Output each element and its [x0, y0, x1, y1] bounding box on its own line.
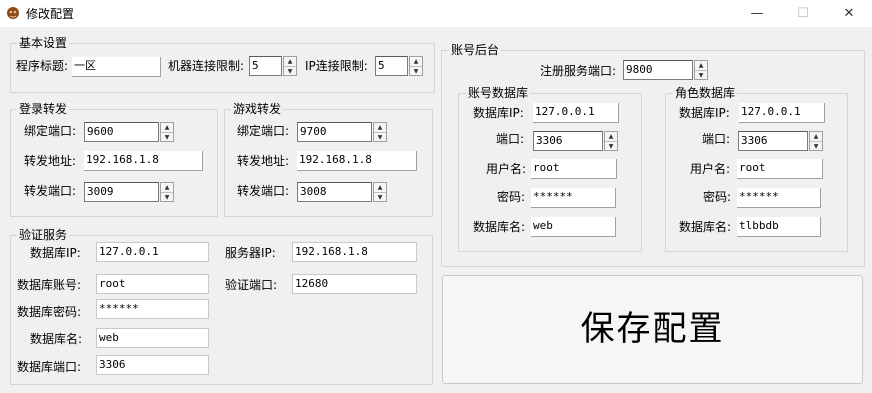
program-title-input[interactable]: 一区 [72, 57, 161, 77]
login-forward-addr-label: 转发地址: [24, 154, 77, 168]
maximize-button[interactable]: ☐ [780, 0, 826, 27]
minimize-button[interactable]: — [734, 0, 780, 27]
app-icon [7, 7, 19, 19]
login-forward-port-input[interactable]: 3009 [84, 182, 159, 202]
login-forward-port-stepper[interactable]: ▲ ▼ [160, 182, 174, 202]
verify-db-account-input[interactable]: root [96, 274, 209, 294]
program-title-label: 程序标题: [16, 59, 69, 73]
machine-limit-label: 机器连接限制: [168, 59, 245, 73]
game-forward-port-label: 转发端口: [237, 184, 290, 198]
account-db-ip-label: 数据库IP: [473, 106, 524, 120]
spin-up-icon[interactable]: ▲ [374, 123, 386, 132]
verify-server-ip-label: 服务器IP: [225, 246, 276, 260]
spin-up-icon[interactable]: ▲ [161, 123, 173, 132]
game-forward-addr-label: 转发地址: [237, 154, 290, 168]
account-db-name-label: 数据库名: [473, 220, 526, 234]
role-db-ip-label: 数据库IP: [679, 106, 730, 120]
game-bind-port-stepper[interactable]: ▲ ▼ [373, 122, 387, 142]
login-forward-port-label: 转发端口: [24, 184, 77, 198]
spin-down-icon[interactable]: ▼ [605, 141, 617, 151]
role-db-name-label: 数据库名: [679, 220, 732, 234]
basic-settings-legend: 基本设置 [17, 36, 70, 50]
verify-port-label: 验证端口: [225, 278, 278, 292]
account-db-name-input[interactable]: web [531, 217, 616, 237]
role-db-ip-input[interactable]: 127.0.0.1 [739, 103, 825, 123]
spin-up-icon[interactable]: ▲ [284, 57, 296, 66]
machine-limit-stepper[interactable]: ▲ ▼ [283, 56, 297, 76]
role-db-user-label: 用户名: [690, 162, 731, 176]
window-title: 修改配置 [26, 7, 75, 21]
spin-up-icon[interactable]: ▲ [810, 132, 822, 141]
account-db-port-input[interactable]: 3306 [533, 131, 603, 151]
register-port-label: 注册服务端口: [540, 64, 617, 78]
login-forward-addr-input[interactable]: 192.168.1.8 [84, 151, 203, 171]
spin-up-icon[interactable]: ▲ [161, 183, 173, 192]
game-bind-port-label: 绑定端口: [237, 124, 290, 138]
game-forward-port-stepper[interactable]: ▲ ▼ [373, 182, 387, 202]
verify-db-ip-input[interactable]: 127.0.0.1 [96, 242, 209, 262]
verify-db-password-input[interactable]: ****** [96, 299, 209, 319]
account-db-password-label: 密码: [497, 190, 526, 204]
spin-down-icon[interactable]: ▼ [695, 70, 707, 80]
game-forward-port-input[interactable]: 3008 [297, 182, 372, 202]
login-bind-port-label: 绑定端口: [24, 124, 77, 138]
account-db-ip-input[interactable]: 127.0.0.1 [533, 103, 619, 123]
ip-limit-stepper[interactable]: ▲ ▼ [409, 56, 423, 76]
account-db-password-input[interactable]: ****** [531, 188, 616, 208]
register-port-input[interactable]: 9800 [623, 60, 693, 80]
verify-db-name-label: 数据库名: [30, 332, 83, 346]
account-db-user-label: 用户名: [486, 162, 527, 176]
spin-down-icon[interactable]: ▼ [374, 192, 386, 202]
role-db-name-input[interactable]: tlbbdb [737, 217, 821, 237]
login-bind-port-stepper[interactable]: ▲ ▼ [160, 122, 174, 142]
register-port-stepper[interactable]: ▲ ▼ [694, 60, 708, 80]
role-db-user-input[interactable]: root [737, 159, 823, 179]
role-db-port-stepper[interactable]: ▲ ▼ [809, 131, 823, 151]
role-db-port-input[interactable]: 3306 [738, 131, 808, 151]
spin-down-icon[interactable]: ▼ [161, 132, 173, 142]
verify-port-input[interactable]: 12680 [292, 274, 417, 294]
verify-db-ip-label: 数据库IP: [30, 246, 81, 260]
ip-limit-input[interactable]: 5 [375, 56, 408, 76]
spin-down-icon[interactable]: ▼ [374, 132, 386, 142]
spin-down-icon[interactable]: ▼ [810, 141, 822, 151]
save-config-button[interactable]: 保存配置 [442, 275, 863, 384]
spin-down-icon[interactable]: ▼ [284, 66, 296, 76]
role-db-port-label: 端口: [702, 132, 731, 146]
spin-up-icon[interactable]: ▲ [605, 132, 617, 141]
login-forward-legend: 登录转发 [17, 102, 70, 116]
account-db-user-input[interactable]: root [531, 159, 617, 179]
verify-db-port-input[interactable]: 3306 [96, 355, 209, 375]
role-db-legend: 角色数据库 [673, 86, 738, 100]
game-forward-addr-input[interactable]: 192.168.1.8 [297, 151, 417, 171]
verify-server-ip-input[interactable]: 192.168.1.8 [292, 242, 417, 262]
account-backend-legend: 账号后台 [449, 43, 502, 57]
spin-up-icon[interactable]: ▲ [410, 57, 422, 66]
account-db-port-stepper[interactable]: ▲ ▼ [604, 131, 618, 151]
verify-db-name-input[interactable]: web [96, 328, 209, 348]
role-db-password-label: 密码: [703, 190, 732, 204]
account-db-legend: 账号数据库 [466, 86, 531, 100]
login-bind-port-input[interactable]: 9600 [84, 122, 159, 142]
machine-limit-input[interactable]: 5 [249, 56, 282, 76]
close-button[interactable]: ✕ [826, 0, 872, 27]
spin-up-icon[interactable]: ▲ [374, 183, 386, 192]
account-db-port-label: 端口: [496, 132, 525, 146]
game-bind-port-input[interactable]: 9700 [297, 122, 372, 142]
verify-db-port-label: 数据库端口: [17, 360, 82, 374]
verify-db-account-label: 数据库账号: [17, 278, 82, 292]
role-db-password-input[interactable]: ****** [737, 188, 821, 208]
spin-up-icon[interactable]: ▲ [695, 61, 707, 70]
verify-service-legend: 验证服务 [17, 228, 70, 242]
ip-limit-label: IP连接限制: [305, 59, 368, 73]
game-forward-legend: 游戏转发 [231, 102, 284, 116]
verify-db-password-label: 数据库密码: [17, 305, 82, 319]
spin-down-icon[interactable]: ▼ [410, 66, 422, 76]
spin-down-icon[interactable]: ▼ [161, 192, 173, 202]
